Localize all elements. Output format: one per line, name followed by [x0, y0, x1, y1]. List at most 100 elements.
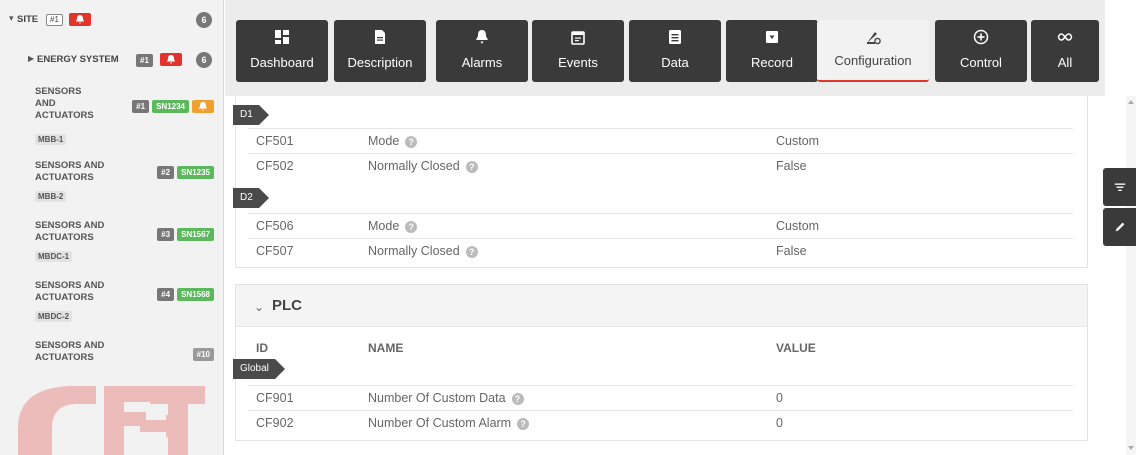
infinity-icon [1057, 33, 1073, 41]
serial-badge: SN1567 [177, 228, 214, 241]
filter-icon [1114, 183, 1126, 191]
configuration-content: D1 CF501 Mode? Custom CF502 Normally Clo… [225, 96, 1105, 455]
help-icon[interactable]: ? [405, 135, 418, 148]
table-row: CF501 Mode? Custom [248, 128, 1073, 153]
row-value: 0 [776, 391, 783, 405]
alarm-bell-icon[interactable] [160, 53, 182, 66]
row-id: CF506 [256, 219, 294, 233]
chevron-down-icon[interactable]: ⌄ [254, 300, 264, 314]
item-number-badge: #10 [192, 348, 214, 361]
calendar-icon [571, 31, 585, 45]
tab-record[interactable]: Record [726, 20, 818, 82]
item-title: SENSORS AND ACTUATORS [35, 220, 105, 243]
tree-item[interactable]: SENSORS AND ACTUATORS MBB-1 #1 SN1234 [0, 84, 223, 150]
column-header-name: NAME [368, 341, 404, 355]
tab-events[interactable]: Events [532, 20, 624, 82]
tab-label: All [1057, 55, 1073, 70]
tab-description[interactable]: Description [334, 20, 426, 82]
site-number-badge: #1 [46, 14, 63, 26]
tab-dashboard[interactable]: Dashboard [236, 20, 328, 82]
help-icon[interactable]: ? [511, 392, 524, 405]
caret-right-icon[interactable]: ▶ [28, 54, 34, 63]
help-icon[interactable]: ? [465, 245, 478, 258]
tab-label: Events [558, 55, 598, 70]
help-icon[interactable]: ? [465, 160, 478, 173]
tab-toolbar: Dashboard Description Alarms Events Data… [225, 0, 1105, 96]
table-row: CF502 Normally Closed? False [248, 153, 1073, 178]
alarm-bell-icon[interactable] [69, 13, 91, 26]
plc-section: ⌄ PLC ID NAME VALUE Global CF901 Number … [233, 284, 1088, 441]
table-row: CF901 Number Of Custom Data? 0 [248, 385, 1073, 410]
row-name: Normally Closed [368, 159, 460, 173]
item-subtitle: MBB-1 [35, 134, 67, 145]
tab-label: Record [751, 55, 793, 70]
table-row: CF902 Number Of Custom Alarm? 0 [248, 410, 1073, 435]
tab-data[interactable]: Data [629, 20, 721, 82]
row-name: Mode [368, 134, 400, 148]
tab-alarms[interactable]: Alarms [436, 20, 528, 82]
serial-badge: SN1568 [177, 288, 214, 301]
help-icon[interactable]: ? [405, 220, 418, 233]
row-value: Custom [776, 219, 820, 233]
row-name: Mode [368, 219, 400, 233]
record-icon [766, 31, 778, 43]
vertical-scrollbar[interactable] [1126, 96, 1136, 455]
scroll-down-icon[interactable] [1128, 446, 1134, 450]
site-label: SITE [17, 14, 39, 25]
device-config-section: D1 CF501 Mode? Custom CF502 Normally Clo… [233, 96, 1088, 268]
sidebar: ▾ SITE #1 6 ▶ ENERGY SYSTEM #1 6 SENSORS… [0, 0, 224, 455]
plc-section-header[interactable]: ⌄ PLC [236, 285, 1087, 327]
item-subtitle: MBDC-2 [35, 311, 73, 322]
item-number-badge: #2 [157, 166, 175, 179]
scroll-up-icon[interactable] [1128, 100, 1134, 104]
group-label: D2 [233, 188, 269, 208]
energy-system-number-badge: #1 [136, 54, 153, 67]
caret-down-icon[interactable]: ▾ [9, 13, 14, 24]
group-label: Global [233, 359, 285, 379]
row-value: False [776, 159, 807, 173]
row-name: Normally Closed [368, 244, 460, 258]
row-name: Number Of Custom Data [368, 391, 506, 405]
filter-button[interactable] [1103, 168, 1136, 206]
section-title: PLC [272, 297, 302, 314]
tree-energy-system[interactable]: ▶ ENERGY SYSTEM #1 6 [0, 50, 223, 70]
column-header-id: ID [256, 341, 268, 355]
document-icon [375, 30, 385, 44]
energy-system-label: ENERGY SYSTEM [37, 54, 119, 65]
group-label: D1 [233, 105, 269, 125]
tree-item[interactable]: SENSORS AND ACTUATORS #10 [0, 338, 223, 368]
tab-all[interactable]: All [1031, 20, 1099, 82]
column-header-value: VALUE [776, 341, 816, 355]
tree-site[interactable]: ▾ SITE #1 6 [0, 8, 223, 32]
configuration-icon [867, 32, 881, 45]
site-count-badge: 6 [196, 12, 212, 28]
row-id: CF502 [256, 159, 294, 173]
tab-configuration[interactable]: Configuration [817, 20, 929, 82]
tree-item[interactable]: SENSORS AND ACTUATORS MBDC-1 #3 SN1567 [0, 218, 223, 270]
tab-control[interactable]: Control [935, 20, 1027, 82]
cet-logo [18, 386, 205, 455]
tab-label: Configuration [834, 53, 912, 68]
alarm-bell-icon[interactable] [192, 100, 214, 113]
item-title: SENSORS AND ACTUATORS [35, 280, 105, 303]
help-icon[interactable]: ? [517, 417, 530, 430]
item-title: SENSORS AND ACTUATORS [35, 340, 105, 363]
edit-button[interactable] [1103, 208, 1136, 246]
tree-item[interactable]: SENSORS AND ACTUATORS MBDC-2 #4 SN1568 [0, 278, 223, 330]
tree-item[interactable]: SENSORS AND ACTUATORS MBB-2 #2 SN1235 [0, 158, 223, 210]
row-name: Number Of Custom Alarm [368, 416, 512, 430]
tab-label: Alarms [461, 55, 503, 70]
data-icon [669, 30, 681, 44]
energy-count-badge: 6 [196, 52, 212, 68]
row-value: Custom [776, 134, 820, 148]
item-subtitle: MBB-2 [35, 191, 67, 202]
row-value: False [776, 244, 807, 258]
item-number-badge: #4 [157, 288, 175, 301]
control-icon [973, 29, 989, 45]
table-row: CF506 Mode? Custom [248, 213, 1073, 238]
table-row: CF507 Normally Closed? False [248, 238, 1073, 263]
tab-label: Control [960, 55, 1002, 70]
row-id: CF902 [256, 416, 294, 430]
serial-badge: SN1234 [152, 100, 189, 113]
item-number-badge: #3 [157, 228, 175, 241]
